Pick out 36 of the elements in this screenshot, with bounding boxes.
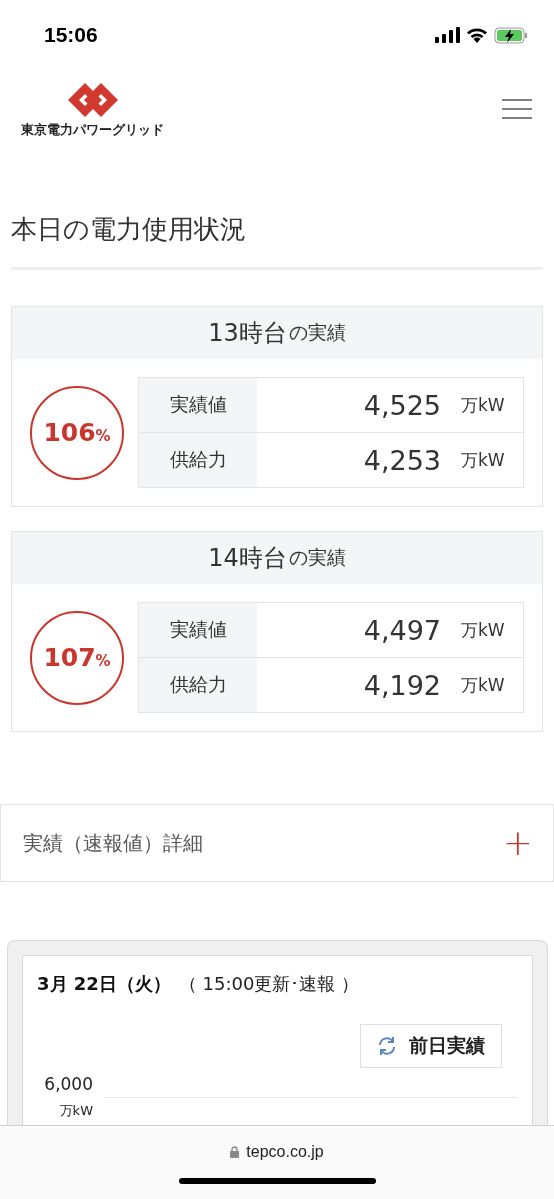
chart-date: 3月 22日（火） (37, 972, 171, 996)
axis-unit: 万kW (59, 1102, 93, 1120)
row-unit: 万kW (461, 618, 506, 642)
card-title-suffix: の実績 (288, 320, 346, 345)
menu-icon[interactable] (502, 98, 532, 122)
battery-charging-icon (494, 26, 528, 44)
wifi-icon (466, 27, 488, 43)
details-accordion[interactable]: 実績（速報値）詳細 + (0, 804, 554, 882)
row-value: 4,253 (362, 444, 442, 476)
url-text[interactable]: tepco.co.jp (246, 1143, 324, 1161)
logo-text: 東京電力パワーグリッド (21, 121, 164, 139)
expand-icon: + (502, 825, 533, 861)
row-value: 4,525 (362, 389, 442, 421)
row-unit: 万kW (461, 673, 506, 697)
row-label: 実績値 (139, 378, 257, 432)
row-unit: 万kW (461, 393, 506, 417)
logo-icon (67, 81, 118, 118)
row-label: 実績値 (139, 603, 257, 657)
card-title: 13時台 (208, 318, 287, 349)
signal-icon (435, 27, 460, 43)
row-label: 供給力 (139, 658, 257, 712)
update-note: （ 15:00更新･速報 ） (178, 972, 360, 996)
percent-ring: 107% (30, 610, 124, 705)
row-label: 供給力 (139, 433, 257, 487)
row-value: 4,192 (362, 669, 442, 701)
refresh-icon (377, 1036, 397, 1056)
status-time: 15:06 (44, 23, 98, 47)
page-title: 本日の電力使用状況 (11, 213, 247, 246)
percent-ring: 106% (30, 385, 124, 480)
row-value: 4,497 (362, 614, 442, 646)
axis-tick: 6,000 (44, 1074, 93, 1094)
card-title: 14時台 (208, 543, 287, 574)
previous-day-button[interactable]: 前日実績 (360, 1024, 502, 1068)
row-unit: 万kW (461, 448, 506, 472)
lock-icon (230, 1146, 240, 1158)
card-title-suffix: の実績 (288, 545, 346, 570)
